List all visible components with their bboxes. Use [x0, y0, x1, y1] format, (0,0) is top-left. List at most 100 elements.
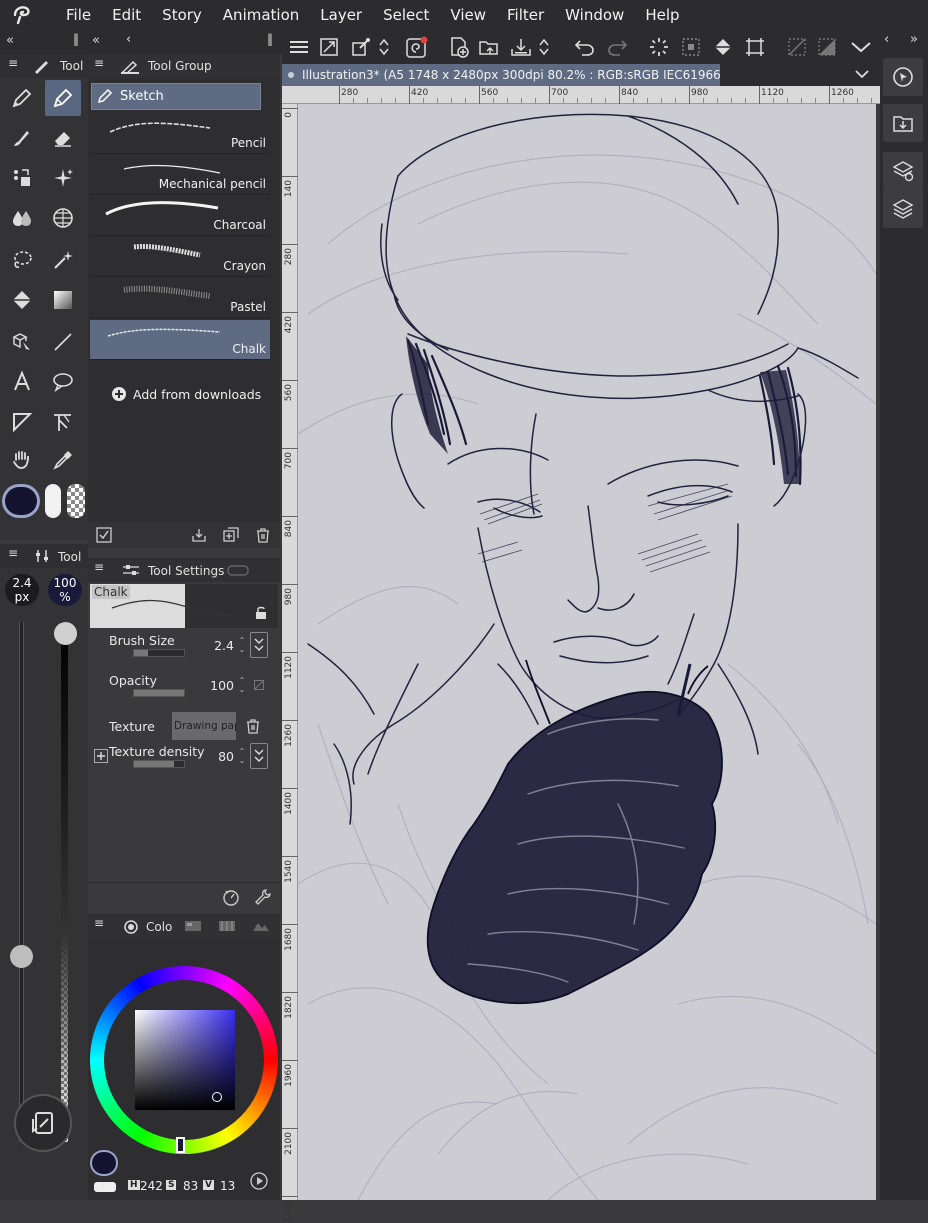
line-tool-icon[interactable] [45, 324, 81, 360]
sub-color-chip[interactable] [45, 484, 61, 518]
swap-color-icon[interactable] [14, 1094, 72, 1152]
main-color-preview[interactable] [90, 1150, 118, 1176]
delete-sub-tool-icon[interactable] [255, 527, 271, 543]
menu-filter[interactable]: Filter [507, 6, 544, 24]
pencil-tool-icon[interactable] [45, 80, 81, 116]
sub-tool-item[interactable]: Charcoal [90, 196, 270, 236]
brush-size-setting-value[interactable]: 2.4 [194, 638, 234, 653]
color-set-tab-icon[interactable] [184, 920, 202, 932]
menu-help[interactable]: Help [645, 6, 679, 24]
ruler-tool-icon[interactable] [45, 404, 81, 440]
chevron-left-icon[interactable]: ‹ [126, 32, 131, 47]
open-folder-icon[interactable] [476, 34, 502, 60]
hand-tool-icon[interactable] [4, 442, 40, 478]
menu-view[interactable]: View [450, 6, 486, 24]
dock-grip-icon[interactable]: ‖ [73, 32, 79, 46]
menu-select[interactable]: Select [383, 6, 429, 24]
panel-menu-icon[interactable]: ≡ [94, 916, 104, 930]
panel-menu-icon[interactable]: ≡ [94, 560, 104, 574]
sv-cursor[interactable] [212, 1092, 222, 1102]
chain-tab-icon[interactable] [226, 563, 250, 577]
lasso-tool-icon[interactable] [4, 242, 40, 278]
hamburger-menu-icon[interactable] [286, 34, 312, 60]
app-logo-icon[interactable] [0, 0, 44, 30]
opacity-slider[interactable] [61, 622, 68, 1142]
sparkle-decoration-tool-icon[interactable] [45, 160, 81, 196]
frame-border-tool-icon[interactable] [4, 404, 40, 440]
menu-window[interactable]: Window [565, 6, 624, 24]
layers-button[interactable] [883, 190, 923, 228]
drawing-canvas[interactable] [298, 104, 876, 1200]
tool-palette-tab[interactable]: Tool [60, 59, 83, 73]
expand-plus-icon[interactable] [94, 749, 108, 763]
brush-tool-icon[interactable] [4, 120, 40, 156]
menu-story[interactable]: Story [162, 6, 202, 24]
companion-app-icon[interactable] [404, 34, 430, 60]
collapse-dock-icon[interactable]: « [92, 33, 100, 48]
add-from-downloads-link[interactable]: Add from downloads [133, 387, 261, 402]
figure-tool-icon[interactable] [45, 200, 81, 236]
play-circle-icon[interactable] [250, 1172, 268, 1190]
opacity-slider-knob[interactable] [54, 622, 77, 645]
balloon-tool-icon[interactable] [45, 364, 81, 400]
crop-icon[interactable] [742, 34, 768, 60]
menu-file[interactable]: File [66, 6, 91, 24]
new-file-icon[interactable] [446, 34, 472, 60]
intermediate-color-tab-icon[interactable] [252, 920, 270, 932]
chevron-down-icon[interactable] [854, 68, 870, 80]
opacity-spinner[interactable]: ⌃ ⌄ [237, 676, 247, 694]
opacity-pressure-icon[interactable] [254, 680, 264, 690]
sub-tool-item[interactable]: Pastel [90, 278, 270, 318]
transform-icon[interactable] [348, 34, 374, 60]
collapse-left-icon[interactable]: « [6, 33, 14, 48]
eyedropper-tool-icon[interactable] [45, 442, 81, 478]
texture-density-slider[interactable] [133, 760, 185, 768]
clear-inside-icon[interactable] [814, 34, 840, 60]
tool-settings-tab[interactable]: Tool Settings [148, 564, 224, 578]
expand-right-icon[interactable]: » [910, 32, 918, 47]
blend-tool-icon[interactable] [4, 160, 40, 196]
color-wheel-tab[interactable]: Colo [146, 920, 172, 934]
save-icon[interactable] [508, 34, 534, 60]
panel-menu-icon[interactable]: ≡ [94, 56, 104, 70]
sub-tool-item[interactable]: Crayon [90, 237, 270, 277]
brush-size-slider-knob[interactable] [10, 945, 33, 969]
material-button[interactable] [883, 104, 923, 142]
panel-menu-icon[interactable]: ≡ [8, 546, 18, 560]
main-color-chip[interactable] [2, 484, 40, 518]
hue-value[interactable]: 242 [140, 1179, 163, 1193]
brush-size-pressure-toggle[interactable] [250, 632, 268, 658]
fill-tool-icon[interactable] [4, 282, 40, 318]
sub-tool-group-sketch[interactable]: Sketch [91, 83, 261, 110]
gradient-tool-icon[interactable] [45, 282, 81, 318]
navigator-button[interactable] [883, 58, 923, 96]
pen-tool-icon[interactable] [4, 80, 40, 116]
sub-tool-item[interactable]: Pencil [90, 114, 270, 154]
text-tool-icon[interactable] [4, 364, 40, 400]
lock-icon[interactable] [255, 606, 267, 620]
document-tab[interactable]: Illustration3* (A5 1748 x 2480px 300dpi … [282, 64, 720, 86]
layer-property-button[interactable] [883, 152, 923, 190]
clear-outside-icon[interactable] [784, 34, 810, 60]
texture-select[interactable]: Drawing pape [172, 712, 236, 740]
brush-size-tab[interactable]: Tool [58, 550, 81, 564]
value-value[interactable]: 13 [220, 1179, 235, 1193]
operation-tool-icon[interactable] [4, 324, 40, 360]
dock-grip-icon[interactable]: ‖ [267, 32, 273, 46]
saturation-value[interactable]: 83 [183, 1179, 198, 1193]
menu-animation[interactable]: Animation [223, 6, 299, 24]
chevron-down-icon[interactable] [848, 34, 874, 60]
undo-icon[interactable] [572, 34, 598, 60]
sub-tool-item[interactable]: Mechanical pencil [90, 155, 270, 195]
brush-size-spinner[interactable]: ⌃ ⌄ [237, 636, 247, 654]
stepper-icon[interactable] [376, 34, 392, 60]
fill-icon[interactable] [710, 34, 736, 60]
brush-size-slider[interactable] [19, 622, 24, 1142]
drops-blend-tool-icon[interactable] [4, 200, 40, 236]
texture-density-value[interactable]: 80 [194, 749, 234, 764]
brush-size-setting-slider[interactable] [133, 649, 185, 657]
trash-icon[interactable] [245, 718, 261, 734]
color-history-tab-icon[interactable] [218, 920, 236, 932]
deselect-icon[interactable] [646, 34, 672, 60]
menu-layer[interactable]: Layer [320, 6, 362, 24]
